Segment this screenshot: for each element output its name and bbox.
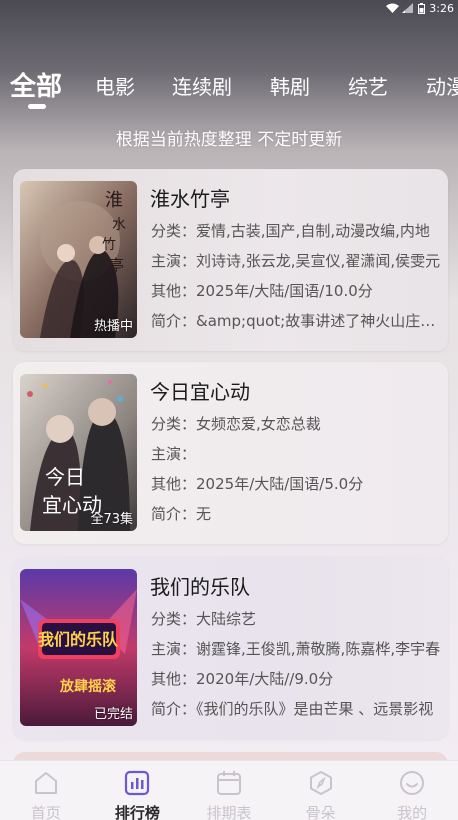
item-cast: 主演：谢霆锋,王俊凯,萧敬腾,陈嘉桦,李宇春 xyxy=(151,640,441,658)
svg-text:淮: 淮 xyxy=(105,190,123,211)
status-badge: 热播中 xyxy=(93,319,133,334)
ranking-card[interactable]: 我们的乐队 放肆摇滚 已完结 我们的乐队 分类：大陆综艺 主演：谢霆锋,王俊凯,… xyxy=(13,557,448,739)
item-other: 其他：2025年/大陆/国语/5.0分 xyxy=(151,475,364,493)
status-badge: 已完结 xyxy=(93,707,133,722)
svg-text:亭: 亭 xyxy=(108,256,124,275)
tab-movie[interactable]: 电影 xyxy=(95,71,135,100)
nav-profile[interactable]: 我的 xyxy=(366,761,458,820)
svg-text:我们的乐队: 我们的乐队 xyxy=(38,630,119,649)
nav-guduo[interactable]: 骨朵 xyxy=(275,761,367,820)
category-tabs: 全部 电影 连续剧 韩剧 综艺 动漫 xyxy=(0,62,458,112)
item-title: 我们的乐队 xyxy=(150,575,250,599)
item-category: 分类：女频恋爱,女恋总裁 xyxy=(151,415,321,433)
smiley-icon xyxy=(400,771,425,795)
svg-text:竹: 竹 xyxy=(102,237,116,253)
status-bar: 3:26 xyxy=(0,0,458,16)
signal-icon xyxy=(402,3,414,13)
item-category: 分类：爱情,古装,国产,自制,动漫改编,内地 xyxy=(151,222,430,240)
item-intro: 简介：无 xyxy=(151,505,212,523)
poster-image: 今日 宜心动 全73集 xyxy=(20,374,137,531)
item-title: 今日宜心动 xyxy=(150,380,250,404)
nav-home[interactable]: 首页 xyxy=(0,761,92,820)
home-icon xyxy=(34,772,57,794)
tab-all[interactable]: 全部 xyxy=(10,66,62,103)
item-intro: 简介：&amp;quot;故事讲述了神火山庄的故事 xyxy=(151,312,441,330)
item-title: 淮水竹亭 xyxy=(150,187,230,211)
ranking-card[interactable]: 淮 水 竹 亭 热播中 淮水竹亭 分类：爱情,古装,国产,自制,动漫改编,内地 … xyxy=(13,169,448,351)
poster-image: 淮 水 竹 亭 热播中 xyxy=(20,181,137,338)
svg-text:今日: 今日 xyxy=(45,465,85,489)
status-badge: 全73集 xyxy=(90,512,133,527)
nav-ranking[interactable]: 排行榜 xyxy=(92,761,184,820)
calendar-icon xyxy=(216,771,241,795)
item-cast: 主演： xyxy=(151,445,197,463)
svg-text:水: 水 xyxy=(112,217,126,233)
wifi-icon xyxy=(386,3,400,13)
tab-variety[interactable]: 综艺 xyxy=(348,71,388,100)
battery-icon xyxy=(418,3,426,14)
item-other: 其他：2025年/大陆/国语/10.0分 xyxy=(151,282,373,300)
tab-korean[interactable]: 韩剧 xyxy=(270,71,310,100)
item-intro: 简介：《我们的乐队》是由芒果 、远景影视 xyxy=(151,700,434,718)
item-cast: 主演：刘诗诗,张云龙,吴宣仪,翟潇闻,侯雯元 xyxy=(151,252,441,270)
tab-anime[interactable]: 动漫 xyxy=(426,71,458,100)
ranking-subtitle: 根据当前热度整理 不定时更新 xyxy=(115,130,343,150)
ranking-card[interactable]: 今日 宜心动 全73集 今日宜心动 分类：女频恋爱,女恋总裁 主演： 其他：20… xyxy=(13,362,448,544)
poster-image: 我们的乐队 放肆摇滚 已完结 xyxy=(20,569,137,726)
nav-schedule[interactable]: 排期表 xyxy=(183,761,275,820)
tab-series[interactable]: 连续剧 xyxy=(172,71,232,100)
item-other: 其他：2020年/大陆//9.0分 xyxy=(151,670,334,688)
chart-icon xyxy=(125,770,150,796)
compass-icon xyxy=(309,771,332,795)
bottom-navigation: 首页 排行榜 排期表 骨朵 我的 xyxy=(0,760,458,820)
clock: 3:26 xyxy=(429,1,454,15)
svg-text:放肆摇滚: 放肆摇滚 xyxy=(59,678,117,695)
item-category: 分类：大陆综艺 xyxy=(151,610,257,628)
active-tab-indicator xyxy=(28,104,46,109)
